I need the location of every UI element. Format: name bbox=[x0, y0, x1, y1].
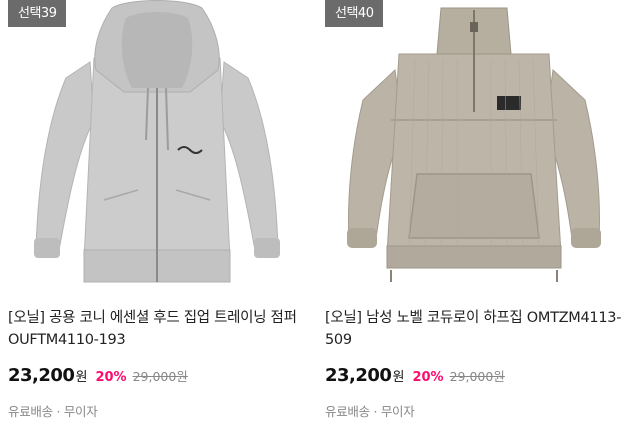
select-badge: 선택39 bbox=[8, 0, 67, 27]
select-badge: 선택40 bbox=[325, 0, 384, 27]
discount-rate: 20% bbox=[95, 370, 127, 385]
price-row: 23,200 원 20% 29,000원 bbox=[8, 365, 306, 389]
product-image[interactable]: 선택39 bbox=[8, 0, 306, 294]
product-card[interactable]: 선택40 [오닐] 남성 노벨 코듀로이 하프집 OMTZM4113-509 2… bbox=[325, 0, 623, 424]
product-title[interactable]: [오닐] 공용 코니 에센셜 후드 집업 트레이닝 점퍼 OUFTM4110-1… bbox=[8, 307, 306, 351]
price-row: 23,200 원 20% 29,000원 bbox=[325, 365, 623, 389]
product-image[interactable]: 선택40 bbox=[325, 0, 623, 294]
product-card[interactable]: 선택39 [오닐] 공용 코니 에센셜 후드 집업 트레이닝 점퍼 OUFTM4… bbox=[8, 0, 306, 424]
sale-price: 23,200 bbox=[8, 365, 75, 386]
currency-unit: 원 bbox=[75, 370, 88, 385]
shipping-info: 유료배송 · 무이자 bbox=[8, 404, 98, 419]
currency-unit: 원 bbox=[392, 370, 405, 385]
shipping-info: 유료배송 · 무이자 bbox=[325, 404, 415, 419]
halfzip-image bbox=[347, 7, 601, 282]
hoodie-image bbox=[34, 0, 280, 283]
original-price: 29,000원 bbox=[132, 369, 188, 384]
sale-price: 23,200 bbox=[325, 365, 392, 386]
original-price: 29,000원 bbox=[449, 369, 505, 384]
product-grid: 선택39 [오닐] 공용 코니 에센셜 후드 집업 트레이닝 점퍼 OUFTM4… bbox=[0, 0, 633, 424]
discount-rate: 20% bbox=[412, 370, 444, 385]
product-title[interactable]: [오닐] 남성 노벨 코듀로이 하프집 OMTZM4113-509 bbox=[325, 307, 623, 351]
